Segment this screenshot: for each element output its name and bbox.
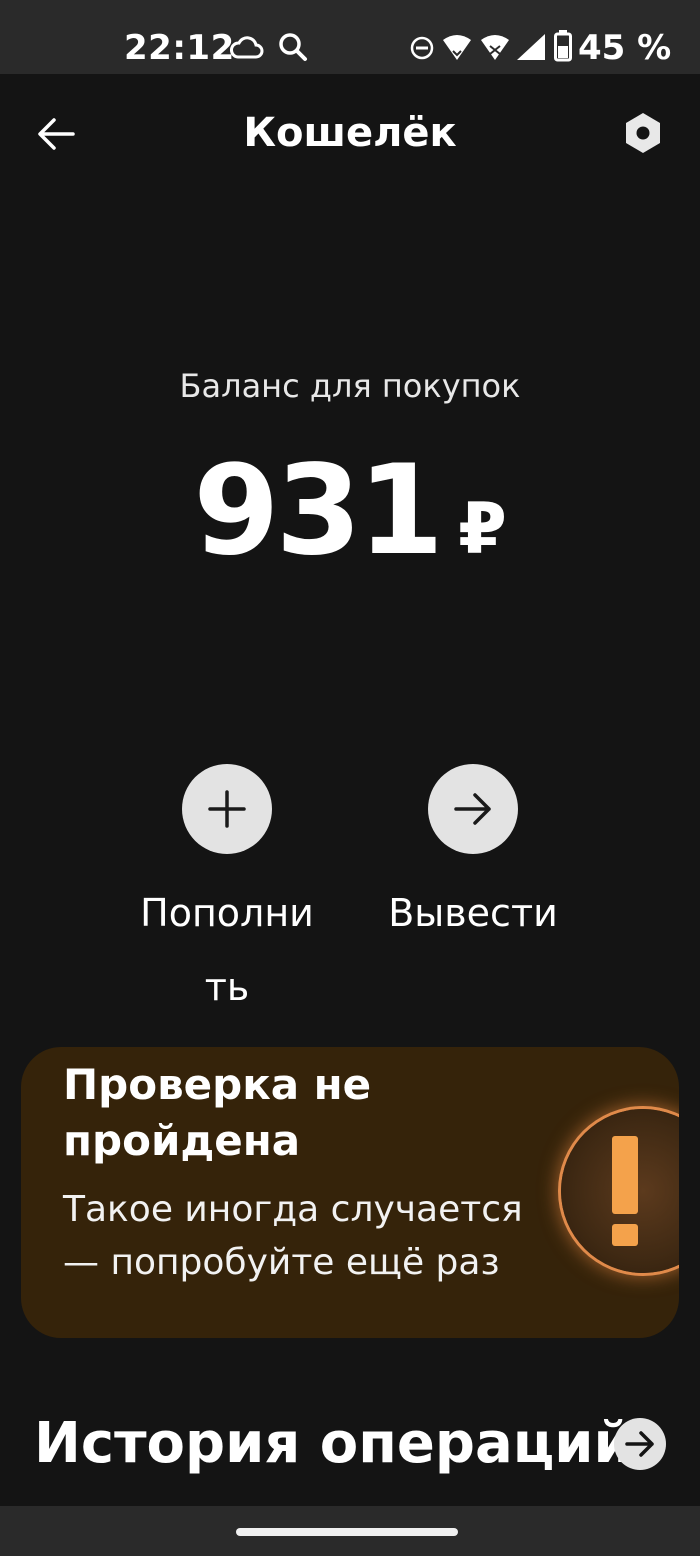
topup-button[interactable] <box>182 764 272 854</box>
history-title[interactable]: История операций <box>34 1408 633 1480</box>
plus-icon <box>208 790 246 828</box>
back-button[interactable] <box>28 106 84 162</box>
warning-badge <box>561 1109 679 1273</box>
topup-label[interactable]: Пополнить <box>137 876 317 1024</box>
withdraw-button[interactable] <box>428 764 518 854</box>
system-navigation-bar <box>0 1506 700 1556</box>
topup-action[interactable]: Пополнить <box>127 764 327 1024</box>
alert-text: Такое иногда случается — попробуйте ещё … <box>63 1189 523 1283</box>
home-indicator[interactable] <box>236 1528 458 1536</box>
battery-icon <box>554 30 572 62</box>
exclamation-icon <box>612 1136 638 1246</box>
verification-alert-card[interactable]: Проверка не пройдена Такое иногда случае… <box>21 1047 679 1338</box>
withdraw-action[interactable]: Вывести <box>373 764 573 950</box>
settings-button[interactable] <box>614 104 672 162</box>
balance-label: Баланс для покупок <box>179 367 521 405</box>
balance-currency: ₽ <box>458 488 507 570</box>
do-not-disturb-icon <box>410 36 434 60</box>
battery-percent: 45 % <box>578 28 672 68</box>
signal-icon <box>517 34 545 60</box>
cloud-icon <box>230 36 264 59</box>
balance-amount: 931 ₽ <box>0 436 700 623</box>
history-open-button[interactable] <box>614 1418 666 1470</box>
withdraw-label[interactable]: Вывести <box>383 876 563 950</box>
status-bar: 22:12 45 % <box>0 0 700 74</box>
page-title: Кошелёк <box>243 110 457 156</box>
arrow-right-icon <box>454 793 491 825</box>
status-time: 22:12 <box>124 28 235 68</box>
wifi-icon <box>443 35 471 60</box>
wifi-icon <box>481 35 509 60</box>
hexagon-settings-icon <box>626 113 660 153</box>
arrow-left-icon <box>38 118 75 150</box>
search-icon <box>279 33 307 61</box>
arrow-right-icon <box>625 1431 654 1457</box>
balance-value: 931 <box>193 439 444 583</box>
alert-title: Проверка не пройдена <box>63 1060 372 1165</box>
